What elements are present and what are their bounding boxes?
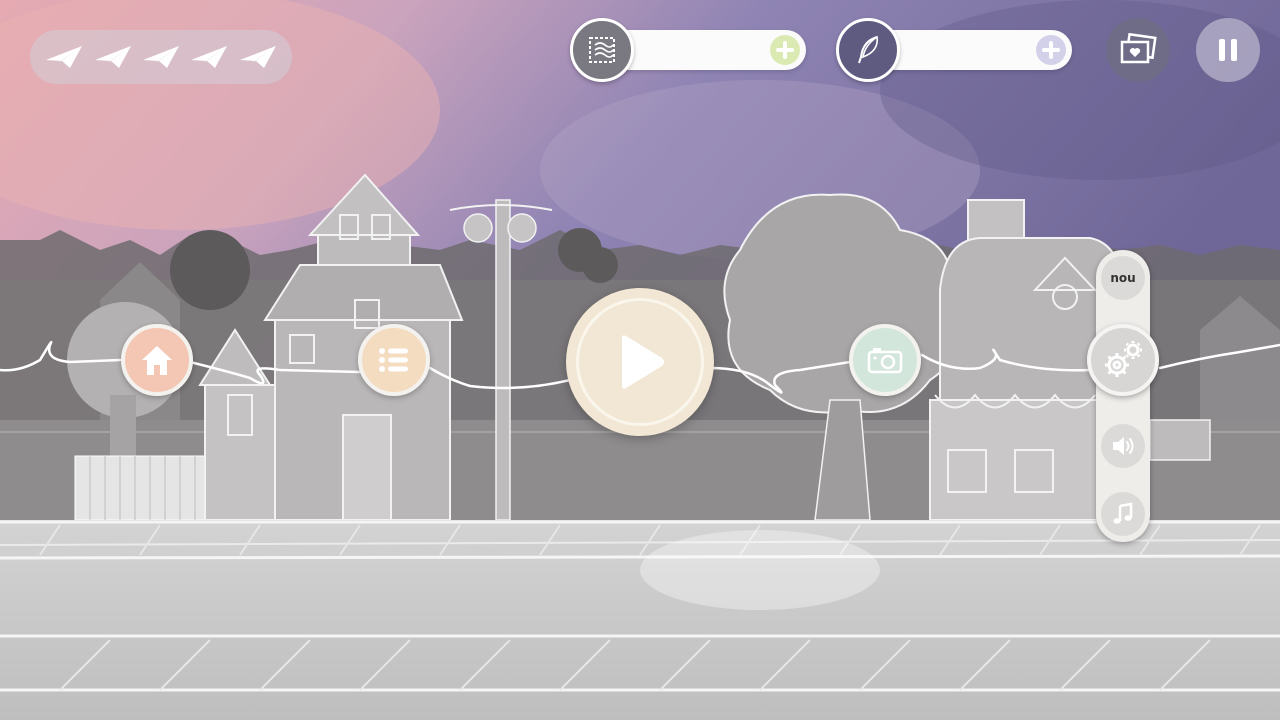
play-icon — [622, 335, 664, 389]
play-button[interactable] — [566, 288, 714, 436]
photo-album-icon — [1120, 33, 1157, 64]
quill-badge — [836, 18, 900, 82]
gear-icon — [1105, 341, 1142, 377]
paper-plane-icon — [94, 46, 131, 68]
stamp-badge — [570, 18, 634, 82]
paper-plane-icon — [191, 46, 228, 68]
new-content-button[interactable]: nou — [1101, 256, 1145, 300]
lives-panel — [30, 30, 292, 84]
stamp-icon — [589, 37, 615, 63]
add-quills-button[interactable] — [1036, 35, 1066, 65]
sound-toggle-button[interactable] — [1101, 424, 1145, 468]
paper-plane-icon — [46, 46, 83, 68]
plus-icon — [776, 41, 794, 59]
camera-icon — [867, 348, 903, 374]
pause-icon — [1219, 39, 1237, 61]
plus-icon — [1042, 41, 1060, 59]
quill-icon — [858, 35, 879, 64]
camera-button[interactable] — [849, 324, 921, 396]
new-label: nou — [1110, 271, 1136, 285]
home-button[interactable] — [121, 324, 193, 396]
home-icon — [142, 346, 172, 375]
play-button-ring — [576, 298, 704, 426]
add-stamps-button[interactable] — [770, 35, 800, 65]
paper-plane-icon — [239, 46, 276, 68]
music-toggle-button[interactable] — [1101, 492, 1145, 536]
music-note-icon — [1113, 502, 1133, 524]
photo-album-button[interactable] — [1106, 18, 1170, 82]
pause-button[interactable] — [1196, 18, 1260, 82]
game-scene: nou — [0, 0, 1280, 720]
paper-plane-icon — [142, 46, 179, 68]
list-icon — [379, 348, 408, 372]
level-list-button[interactable] — [358, 324, 430, 396]
speaker-icon — [1113, 437, 1134, 455]
settings-button[interactable] — [1087, 324, 1159, 396]
